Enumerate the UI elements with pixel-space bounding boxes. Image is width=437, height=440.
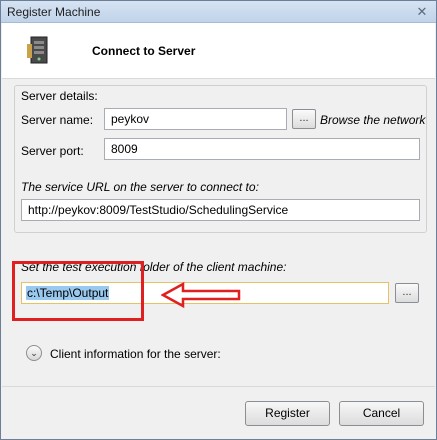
server-details-label: Server details: [21, 89, 98, 103]
chevron-down-icon[interactable]: ⌄ [26, 345, 42, 361]
header-pane: Connect to Server [2, 23, 435, 79]
dialog-footer: Register Cancel [2, 386, 435, 439]
annotation-arrow-icon [161, 281, 241, 309]
page-title: Connect to Server [92, 44, 196, 58]
client-info-label[interactable]: Client information for the server: [50, 347, 221, 361]
register-machine-dialog: Register Machine ✕ Connect to Server Ser… [0, 0, 437, 440]
close-icon[interactable]: ✕ [414, 4, 430, 19]
browse-folder-button[interactable]: ... [395, 283, 419, 303]
annotation-highlight-box [12, 261, 144, 321]
browse-server-button[interactable]: ... [292, 109, 316, 129]
server-icon [27, 36, 48, 64]
server-port-field[interactable]: 8009 [104, 138, 420, 160]
title-bar[interactable]: Register Machine ✕ [1, 1, 436, 23]
service-url-field[interactable]: http://peykov:8009/TestStudio/Scheduling… [21, 199, 420, 221]
server-name-field[interactable]: peykov [104, 108, 287, 130]
window-title: Register Machine [7, 5, 101, 19]
cancel-button[interactable]: Cancel [339, 401, 424, 426]
service-url-label: The service URL on the server to connect… [21, 180, 259, 194]
server-name-label: Server name: [21, 113, 94, 127]
register-button[interactable]: Register [245, 401, 330, 426]
browse-network-link[interactable]: Browse the network [320, 113, 425, 127]
server-port-label: Server port: [21, 144, 84, 158]
